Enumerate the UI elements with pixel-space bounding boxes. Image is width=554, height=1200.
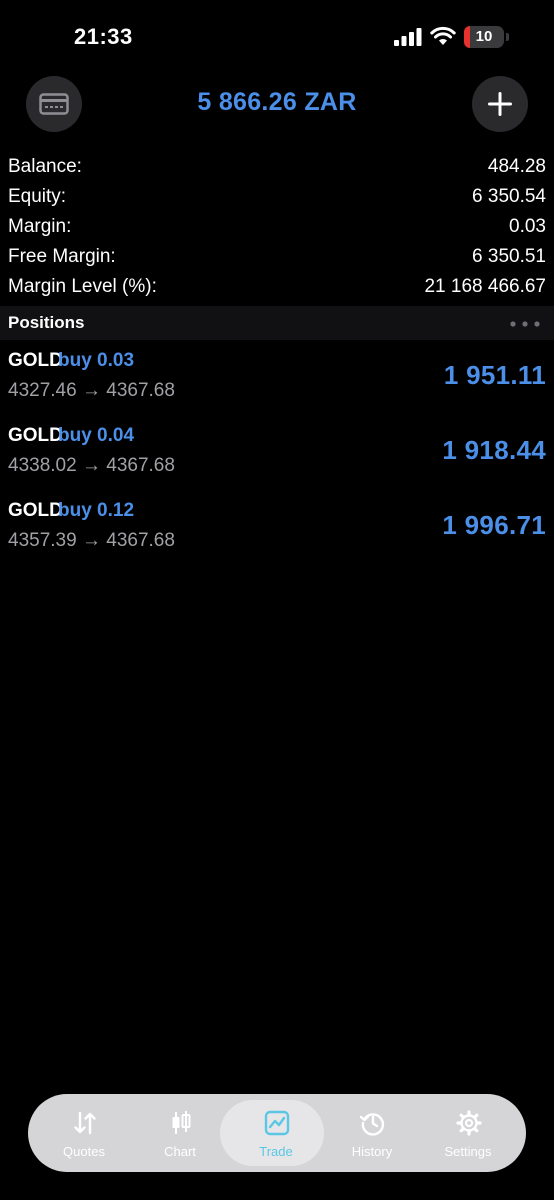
open-price: 4357.39: [8, 530, 77, 551]
position-symbol: GOLD: [8, 425, 63, 446]
summary-value: 21 168 466.67: [424, 276, 546, 297]
battery-icon: 10: [464, 26, 504, 48]
arrow-right-icon: →: [81, 530, 101, 551]
account-header: 5 866.26 ZAR: [0, 76, 554, 134]
tab-label: Settings: [444, 1144, 492, 1159]
summary-value: 6 350.51: [472, 246, 546, 267]
position-row[interactable]: GOLD buy 0.03 4327.46 → 4367.68 1 951.11: [0, 346, 554, 421]
position-side: buy 0.12: [58, 500, 135, 521]
summary-value: 0.03: [509, 216, 546, 237]
current-price: 4367.68: [106, 530, 175, 551]
summary-value: 6 350.54: [472, 186, 546, 207]
status-bar: 21:33 10: [0, 0, 554, 74]
current-price: 4367.68: [106, 380, 175, 401]
position-prices: 4357.39 → 4367.68: [8, 530, 175, 552]
summary-label: Margin Level (%):: [8, 276, 157, 297]
tab-bar: Quotes Chart Trade History Settings: [28, 1094, 526, 1172]
summary-row-equity: Equity: 6 350.54: [8, 182, 546, 212]
position-prices: 4338.02 → 4367.68: [8, 455, 175, 477]
summary-label: Margin:: [8, 216, 72, 237]
positions-list: GOLD buy 0.03 4327.46 → 4367.68 1 951.11…: [0, 346, 554, 571]
more-icon[interactable]: [510, 321, 540, 327]
positions-title: Positions: [8, 313, 85, 332]
position-profit: 1 918.44: [442, 435, 546, 465]
tab-quotes[interactable]: Quotes: [36, 1094, 132, 1172]
account-total: 5 866.26 ZAR: [197, 88, 357, 116]
tab-label: History: [351, 1144, 393, 1159]
position-profit: 1 996.71: [442, 510, 546, 540]
open-price: 4338.02: [8, 455, 77, 476]
card-icon: [39, 93, 69, 115]
history-clock-icon: [360, 1113, 385, 1136]
gear-icon: [456, 1110, 482, 1136]
tab-trade[interactable]: Trade: [220, 1094, 324, 1172]
account-summary: Balance: 484.28 Equity: 6 350.54 Margin:…: [8, 152, 546, 302]
open-price: 4327.46: [8, 380, 77, 401]
trade-chart-icon: [264, 1110, 290, 1136]
deposit-button[interactable]: [26, 76, 82, 132]
wifi-icon: [430, 26, 456, 45]
current-price: 4367.68: [106, 455, 175, 476]
battery-cap: [506, 33, 509, 41]
summary-row-balance: Balance: 484.28: [8, 152, 546, 182]
signal-icon: [394, 28, 422, 46]
battery-level: 10: [475, 28, 493, 45]
positions-section-header: Positions: [0, 306, 554, 340]
summary-label: Equity:: [8, 186, 67, 207]
candlestick-icon: [172, 1111, 191, 1134]
tab-label: Trade: [259, 1144, 293, 1159]
plus-icon: [488, 92, 512, 116]
quotes-arrows-icon: [74, 1111, 96, 1135]
summary-row-free-margin: Free Margin: 6 350.51: [8, 242, 546, 272]
tab-history[interactable]: History: [324, 1094, 420, 1172]
position-row[interactable]: GOLD buy 0.12 4357.39 → 4367.68 1 996.71: [0, 496, 554, 571]
status-time: 21:33: [74, 24, 133, 49]
position-side: buy 0.04: [58, 425, 135, 446]
tab-label: Quotes: [63, 1144, 105, 1159]
add-order-button[interactable]: [472, 76, 528, 132]
position-side: buy 0.03: [58, 350, 135, 371]
summary-label: Balance:: [8, 156, 82, 177]
arrow-right-icon: →: [81, 380, 101, 401]
summary-row-margin: Margin: 0.03: [8, 212, 546, 242]
tab-label: Chart: [164, 1144, 196, 1159]
position-symbol: GOLD: [8, 500, 63, 521]
position-profit: 1 951.11: [443, 360, 546, 390]
arrow-right-icon: →: [81, 455, 101, 476]
summary-row-margin-level: Margin Level (%): 21 168 466.67: [8, 272, 546, 302]
summary-label: Free Margin:: [8, 246, 116, 267]
tab-settings[interactable]: Settings: [420, 1094, 516, 1172]
position-row[interactable]: GOLD buy 0.04 4338.02 → 4367.68 1 918.44: [0, 421, 554, 496]
position-prices: 4327.46 → 4367.68: [8, 380, 175, 402]
position-symbol: GOLD: [8, 350, 63, 371]
summary-value: 484.28: [487, 156, 546, 177]
tab-chart[interactable]: Chart: [132, 1094, 228, 1172]
